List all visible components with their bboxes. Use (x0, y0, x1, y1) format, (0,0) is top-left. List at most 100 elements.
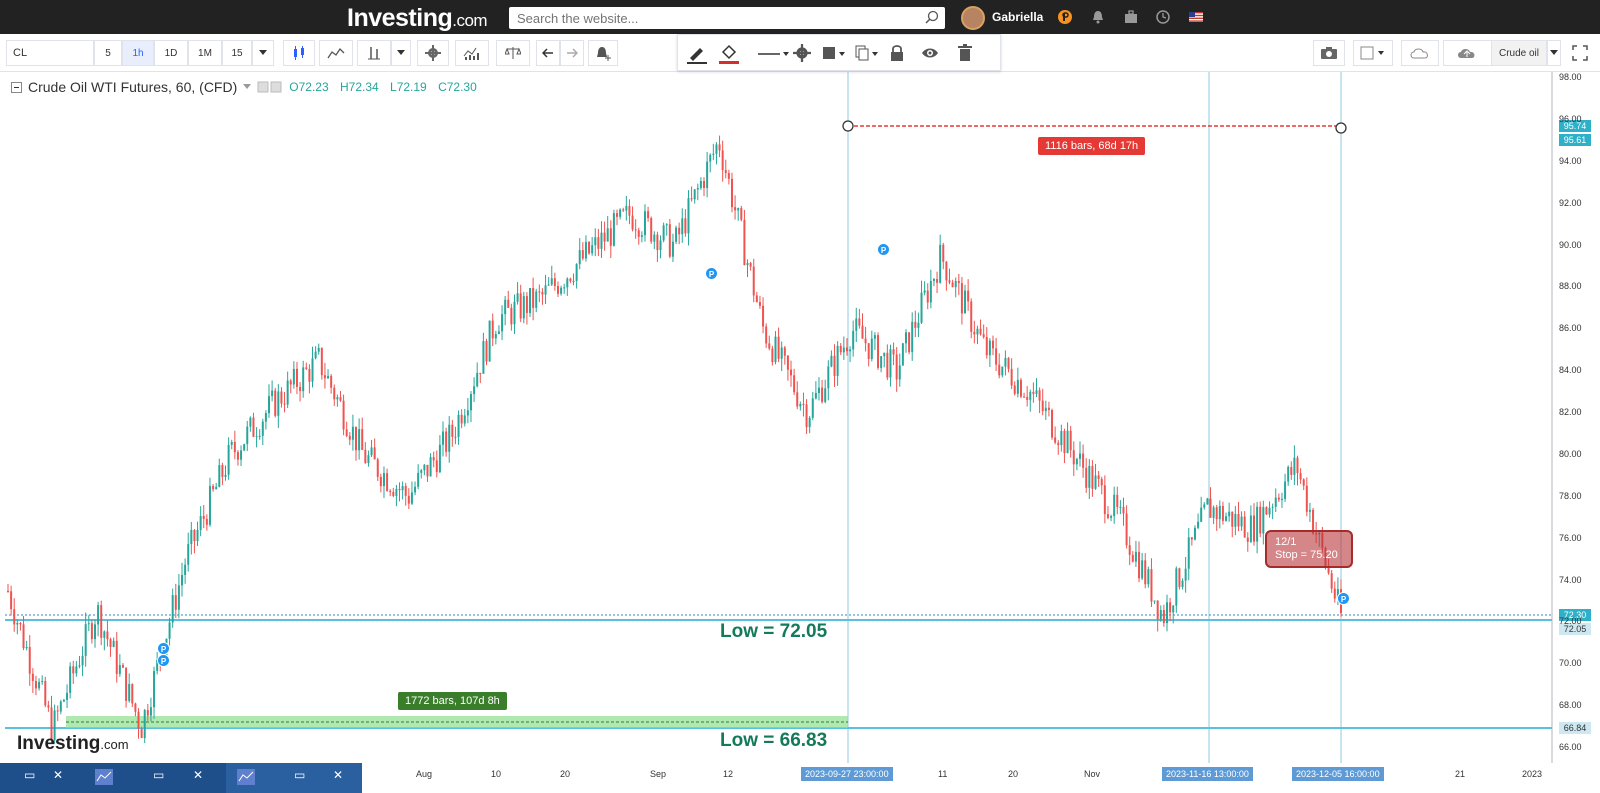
interval-1h-button[interactable]: 1h (122, 40, 154, 66)
candle-body (982, 334, 985, 338)
candle-body (904, 332, 907, 344)
alert-bell-icon (597, 47, 611, 61)
candle-body (1051, 409, 1054, 438)
legend-dropdown-icon[interactable] (243, 84, 252, 90)
candle-body (125, 667, 128, 701)
candle-body (609, 228, 612, 246)
candle-body (634, 229, 637, 231)
pencil-icon[interactable] (686, 44, 708, 64)
candle-body (174, 595, 177, 610)
layout-square-icon (1360, 46, 1384, 60)
search-input[interactable] (509, 7, 945, 29)
candle-body (1063, 430, 1066, 454)
candle-body (109, 639, 112, 647)
candle-body (1169, 602, 1172, 613)
settings-button[interactable] (417, 40, 449, 66)
pro-icon[interactable] (1057, 9, 1073, 25)
watermark-suffix: .com (100, 737, 129, 752)
cloud-load-button[interactable] (1401, 40, 1439, 66)
eye-icon[interactable] (921, 44, 939, 62)
candles-button[interactable] (283, 40, 315, 66)
cloud-save-button[interactable] (1443, 40, 1493, 66)
taskbar-minimize[interactable]: ▭ (294, 768, 305, 782)
clone-icon[interactable] (854, 44, 880, 62)
taskbar-minimize[interactable]: ▭ (24, 768, 35, 782)
candle-body (1187, 537, 1190, 569)
candle-body (140, 728, 143, 739)
p-marker[interactable]: P (157, 654, 170, 667)
taskbar-minimize[interactable]: ▭ (153, 768, 164, 782)
bar-style-dropdown[interactable] (391, 40, 411, 66)
fullscreen-button[interactable] (1566, 40, 1594, 66)
clock-icon[interactable] (1155, 9, 1171, 25)
us-flag-icon[interactable] (1189, 12, 1203, 22)
candle-body (1113, 494, 1116, 517)
layout-button[interactable] (1353, 40, 1393, 66)
gear-icon[interactable] (793, 44, 811, 62)
trash-icon[interactable] (957, 44, 973, 62)
candle-body (898, 365, 901, 380)
briefcase-icon[interactable] (1123, 9, 1139, 25)
user-avatar[interactable] (961, 6, 985, 30)
legend-settings-icon[interactable] (257, 81, 283, 93)
add-alert-button[interactable] (588, 40, 618, 66)
candle-body (650, 218, 653, 242)
snapshot-button[interactable] (1313, 40, 1345, 66)
p-marker[interactable]: P (877, 243, 890, 256)
time-tick-21: 21 (1455, 769, 1466, 779)
bell-icon[interactable] (1090, 9, 1106, 25)
stop-note-box[interactable]: 12/1 Stop = 75.20 (1265, 530, 1353, 568)
taskbar-close[interactable]: ✕ (333, 768, 343, 782)
candle-body (556, 285, 559, 294)
candle-body (1302, 479, 1305, 486)
symbol-input[interactable]: CL (6, 40, 94, 66)
low-72-label[interactable]: Low = 72.05 (720, 621, 827, 643)
top-range-badge[interactable]: 1116 bars, 68d 17h (1038, 137, 1146, 155)
collapse-legend-icon[interactable] (11, 81, 22, 93)
candle-body (945, 261, 948, 281)
saved-chart-dropdown[interactable] (1547, 40, 1561, 66)
candlestick-icon (294, 46, 304, 60)
candle-body (336, 397, 339, 400)
taskbar-close[interactable]: ✕ (53, 768, 63, 782)
line-style-icon[interactable] (756, 44, 790, 64)
candle-body (106, 631, 109, 640)
bottom-range-badge[interactable]: 1772 bars, 107d 8h (398, 692, 507, 710)
chart-thumbnail-icon[interactable] (237, 769, 255, 785)
candle-body (442, 431, 445, 445)
p-marker[interactable]: P (1337, 592, 1350, 605)
chart-thumbnail-icon[interactable] (95, 769, 113, 785)
interval-1m-button[interactable]: 1M (188, 40, 222, 66)
measure-handle-right[interactable] (1335, 122, 1347, 134)
low-66-label[interactable]: Low = 66.83 (720, 730, 827, 752)
candle-body (873, 335, 876, 339)
interval-5-button[interactable]: 5 (94, 40, 122, 66)
investing-logo[interactable]: Investing.com (347, 4, 488, 33)
interval-dropdown[interactable] (252, 40, 274, 66)
taskbar-close[interactable]: ✕ (193, 768, 203, 782)
username[interactable]: Gabriella (992, 10, 1043, 24)
saved-chart-select[interactable]: Crude oil (1491, 40, 1547, 66)
interval-15-button[interactable]: 15 (222, 40, 252, 66)
measure-handle-left[interactable] (842, 120, 854, 132)
paint-bucket-icon[interactable] (718, 44, 740, 64)
candle-body (330, 375, 333, 388)
lock-icon[interactable] (889, 44, 905, 62)
candle-body (668, 224, 671, 257)
candle-body (345, 429, 348, 436)
indicators-button[interactable] (455, 40, 489, 66)
p-marker[interactable]: P (705, 267, 718, 280)
instrument-title[interactable]: Crude Oil WTI Futures, 60, (CFD) (28, 79, 237, 95)
visibility-layers-icon[interactable] (821, 44, 847, 62)
candle-body (1225, 516, 1228, 521)
search-icon[interactable] (925, 10, 939, 24)
undo-button[interactable] (536, 40, 560, 66)
price-tick: 82.00 (1559, 407, 1582, 417)
interval-1d-button[interactable]: 1D (154, 40, 188, 66)
compare-button[interactable] (496, 40, 530, 66)
bar-style-button[interactable] (357, 40, 391, 66)
price-chart-area[interactable] (0, 72, 1600, 763)
line-chart-button[interactable] (319, 40, 353, 66)
candle-body (1221, 506, 1224, 521)
redo-button[interactable] (560, 40, 584, 66)
